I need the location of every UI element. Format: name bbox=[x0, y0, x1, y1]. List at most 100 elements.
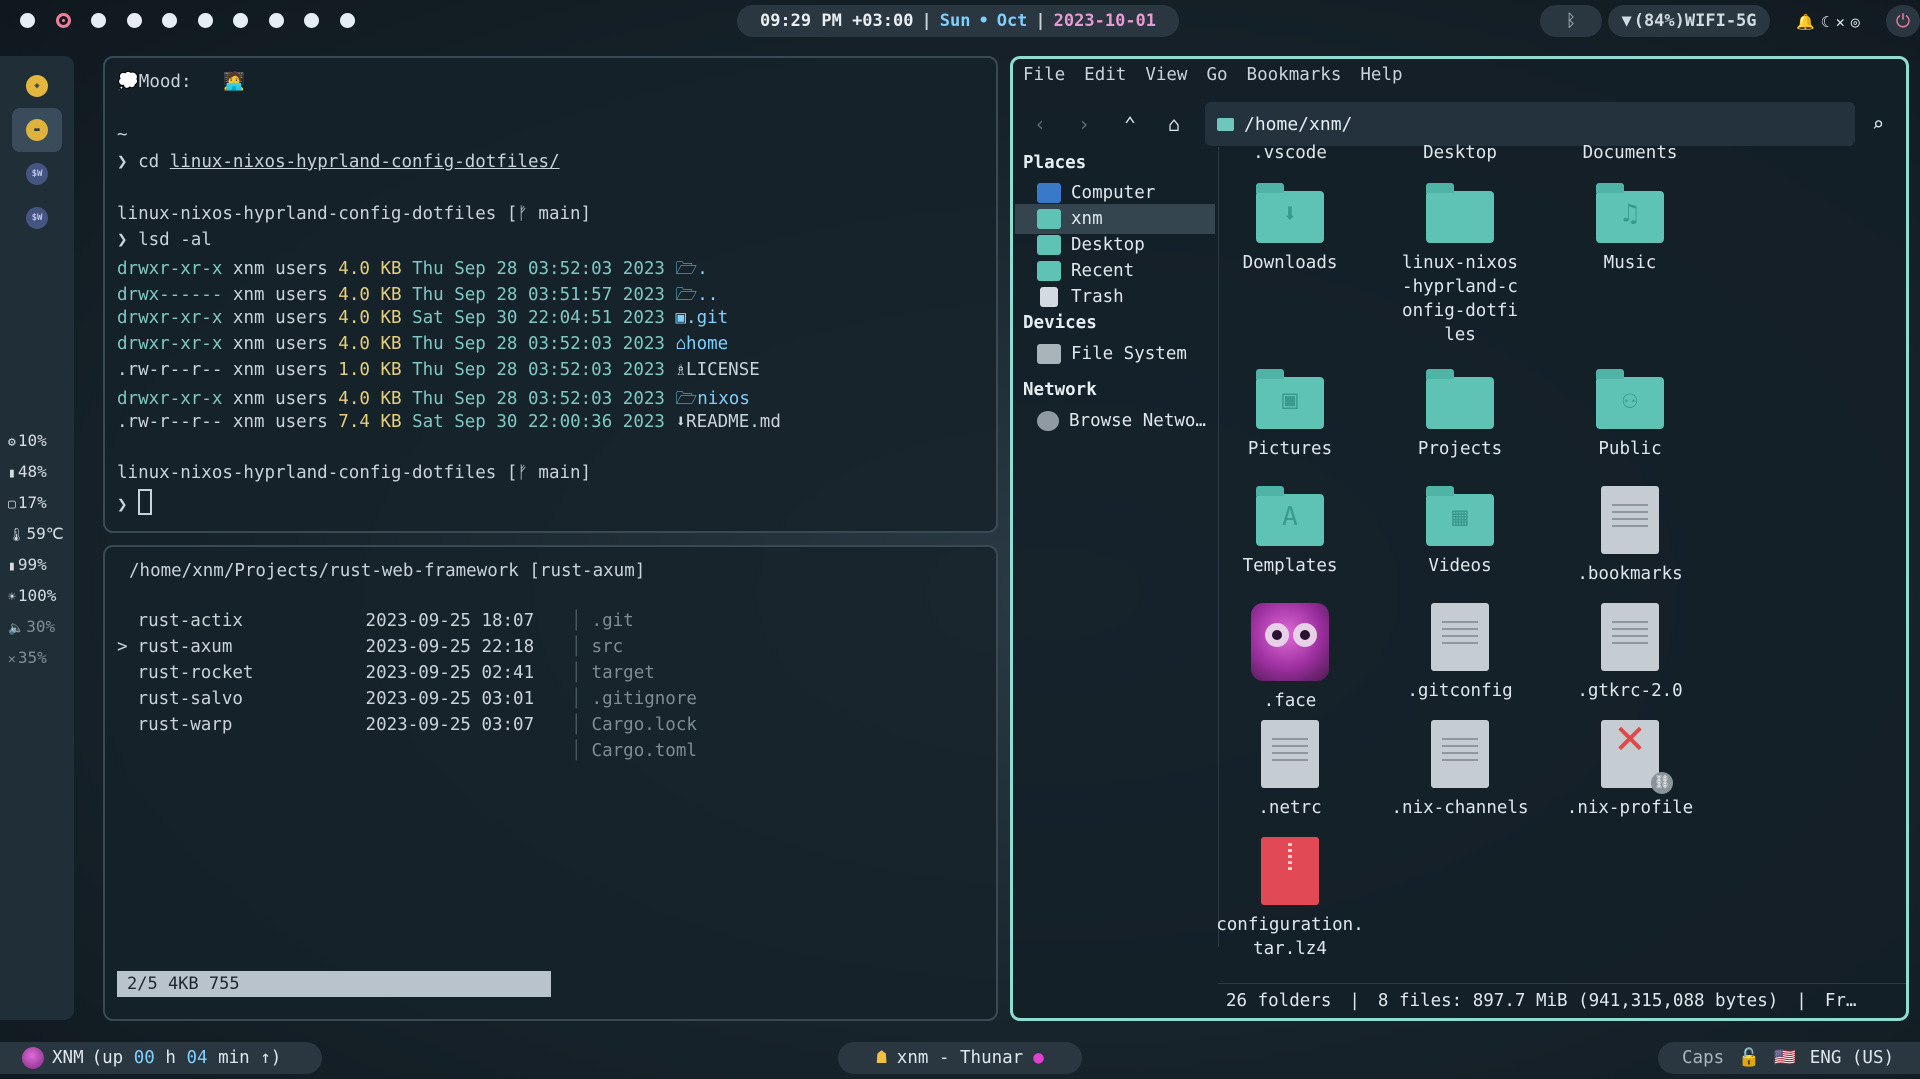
notification-bell-icon[interactable]: 🔔 bbox=[1796, 13, 1815, 31]
workspace-1-button[interactable] bbox=[20, 13, 35, 28]
stat-value: 48% bbox=[17, 462, 47, 481]
menu-view[interactable]: View bbox=[1145, 65, 1187, 91]
file-name: .. bbox=[697, 285, 719, 305]
terminal-window-file-manager[interactable]: /home/xnm/Projects/rust-web-framework [r… bbox=[103, 545, 998, 1021]
left-dock: ◈ ▬ $W $W ⚙ 10% ▮ 48% ▢ 17% 🌡 59℃ ▮ 99% ☀ 100% 🔈 30% ✕… bbox=[0, 56, 74, 1020]
file-item[interactable]: linux-nixos-hyprland-config-dotfiles bbox=[1375, 183, 1545, 347]
file-name: .nix-channels bbox=[1391, 798, 1529, 818]
ranger-item[interactable]: rust-rocket 2023-09-25 02:41 bbox=[117, 663, 535, 683]
dock-app-wezterm-2[interactable]: $W bbox=[12, 196, 62, 240]
menu-go[interactable]: Go bbox=[1206, 65, 1227, 91]
file-item-partial[interactable]: Desktop bbox=[1375, 141, 1545, 165]
bluetooth-button[interactable]: ᛒ bbox=[1540, 5, 1602, 37]
file-type-icon: ⌂ bbox=[675, 334, 687, 354]
ranger-item[interactable]: rust-warp 2023-09-25 03:07 bbox=[117, 715, 535, 735]
dock-app-wezterm-1[interactable]: $W bbox=[12, 152, 62, 196]
workspace-4-button[interactable] bbox=[126, 13, 142, 28]
command-input-line[interactable]: ❯ bbox=[117, 489, 153, 515]
ranger-item[interactable]: rust-salvo 2023-09-25 03:01 bbox=[117, 689, 535, 709]
menu-file[interactable]: File bbox=[1023, 65, 1065, 91]
home-button[interactable]: ⌂ bbox=[1159, 109, 1189, 139]
file-name: .nix-profile bbox=[1566, 798, 1694, 818]
workspace-5-button[interactable] bbox=[162, 13, 177, 28]
sidebar-item-trash[interactable]: Trash bbox=[1015, 282, 1215, 312]
file-item[interactable]: Projects bbox=[1375, 369, 1545, 461]
file-item[interactable]: A Templates bbox=[1205, 486, 1375, 578]
forward-button[interactable]: › bbox=[1069, 109, 1099, 139]
workspace-6-button[interactable] bbox=[197, 13, 213, 28]
idle-inhibitor-icon[interactable]: ✕ bbox=[1836, 13, 1845, 31]
thunar-window[interactable]: File Edit View Go Bookmarks Help ‹ › ⌃ ⌂ /hom… bbox=[1010, 56, 1909, 1021]
power-button[interactable]: ⏻ bbox=[1886, 5, 1920, 37]
sidebar-section-network: Network bbox=[1023, 380, 1097, 400]
file-item[interactable]: .nix-channels bbox=[1375, 720, 1545, 820]
uptime-widget[interactable]: XNM (up 00 h 04 min ↑) bbox=[0, 1042, 322, 1074]
file-item[interactable]: configuration.tar.lz4 bbox=[1205, 837, 1375, 961]
file-name: Templates bbox=[1242, 556, 1338, 576]
keyboard-indicator[interactable]: Caps 🔓 🇺🇸 ENG (US) bbox=[1658, 1042, 1920, 1074]
workspace-8-button[interactable] bbox=[268, 13, 284, 28]
terminal-window-shell[interactable]: 💭Mood: 🧑‍💻 ~ ❯ cd linux-nixos-hyprland-c… bbox=[103, 56, 998, 533]
dock-app-brave[interactable]: ◈ bbox=[12, 64, 62, 108]
file-item[interactable]: ⬇ Downloads bbox=[1205, 183, 1375, 275]
night-mode-icon[interactable]: ☾ bbox=[1821, 13, 1830, 31]
file-item[interactable]: ▦ Videos bbox=[1375, 486, 1545, 578]
status-separator: | bbox=[1796, 990, 1807, 1011]
mood-line: 💭Mood: 🧑‍💻 bbox=[117, 72, 245, 92]
workspace-10-button[interactable] bbox=[339, 13, 355, 28]
menu-edit[interactable]: Edit bbox=[1084, 65, 1126, 91]
preview-entry: │ .gitignore bbox=[571, 689, 697, 709]
sidebar-item-file-system[interactable]: File System bbox=[1015, 339, 1215, 369]
folder-icon: ♫ bbox=[1596, 183, 1664, 243]
preview-entry: │ Cargo.toml bbox=[571, 741, 697, 761]
file-item[interactable]: ♫ Music bbox=[1545, 183, 1715, 275]
file-item[interactable]: .netrc bbox=[1205, 720, 1375, 820]
prompt-dir-line: linux-nixos-hyprland-config-dotfiles [ᚠ … bbox=[117, 463, 592, 483]
selection-marker bbox=[117, 715, 128, 735]
workspace-9-button[interactable] bbox=[304, 13, 319, 28]
file-name: home bbox=[686, 334, 729, 354]
folder-icon: ▦ bbox=[1426, 486, 1494, 546]
document-icon bbox=[1261, 720, 1319, 788]
wifi-icon: ▼ bbox=[1621, 11, 1632, 31]
status-separator: | bbox=[1349, 990, 1360, 1011]
workspace-2-button[interactable] bbox=[55, 13, 71, 28]
permissions: drwx------ bbox=[117, 285, 223, 305]
file-item-partial[interactable]: .vscode bbox=[1205, 141, 1375, 165]
stat-row: ▮ 48% bbox=[8, 457, 74, 488]
file-item[interactable]: ⚇ Public bbox=[1545, 369, 1715, 461]
file-size: 4.0 KB bbox=[338, 259, 402, 279]
file-item-partial[interactable]: Documents bbox=[1545, 141, 1715, 165]
navigation-bar: ‹ › ⌃ ⌂ /home/xnm/ ⌕ bbox=[1013, 99, 1906, 147]
eye-off-icon[interactable]: ◎ bbox=[1851, 13, 1860, 31]
workspace-3-button[interactable] bbox=[91, 13, 106, 28]
file-item[interactable]: .face bbox=[1205, 603, 1375, 713]
location-bar[interactable]: /home/xnm/ bbox=[1205, 102, 1855, 146]
status-free-space: Fr… bbox=[1824, 990, 1857, 1011]
menu-help[interactable]: Help bbox=[1360, 65, 1402, 91]
menu-bookmarks[interactable]: Bookmarks bbox=[1247, 65, 1342, 91]
ranger-item[interactable]: rust-actix 2023-09-25 18:07 bbox=[117, 611, 535, 631]
folder-icon: ⚇ bbox=[1596, 369, 1664, 429]
selection-marker bbox=[117, 689, 128, 709]
brave-icon: ◈ bbox=[26, 75, 48, 97]
back-button[interactable]: ‹ bbox=[1025, 109, 1055, 139]
file-item[interactable]: ▣ Pictures bbox=[1205, 369, 1375, 461]
file-item[interactable]: .bookmarks bbox=[1545, 486, 1715, 586]
close-icon: ✕ bbox=[1613, 717, 1647, 763]
clock-widget[interactable]: 09:29 PM +03:00 | Sun • Oct | 2023-10-01 bbox=[737, 5, 1179, 37]
file-item[interactable]: .gtkrc-2.0 bbox=[1545, 603, 1715, 703]
parent-folder-button[interactable]: ⌃ bbox=[1115, 109, 1145, 139]
brightness-icon: ☀ bbox=[8, 590, 16, 605]
menu-bar: File Edit View Go Bookmarks Help bbox=[1023, 65, 1403, 91]
search-button[interactable]: ⌕ bbox=[1863, 109, 1893, 139]
workspace-7-button[interactable] bbox=[233, 13, 248, 28]
ranger-item[interactable]: > rust-axum 2023-09-25 22:18 bbox=[117, 637, 534, 657]
file-item[interactable]: ✕ ⛓ .nix-profile bbox=[1545, 720, 1715, 820]
file-item[interactable]: .gitconfig bbox=[1375, 603, 1545, 703]
stat-row: 🔈 30% bbox=[8, 612, 74, 643]
clock-day: Sun bbox=[939, 11, 971, 31]
sidebar-item-browse-network[interactable]: Browse Netwo… bbox=[1015, 406, 1215, 436]
dock-app-thunar[interactable]: ▬ bbox=[12, 108, 62, 152]
wifi-status[interactable]: ▼ (84%)WIFI-5G bbox=[1608, 5, 1770, 37]
